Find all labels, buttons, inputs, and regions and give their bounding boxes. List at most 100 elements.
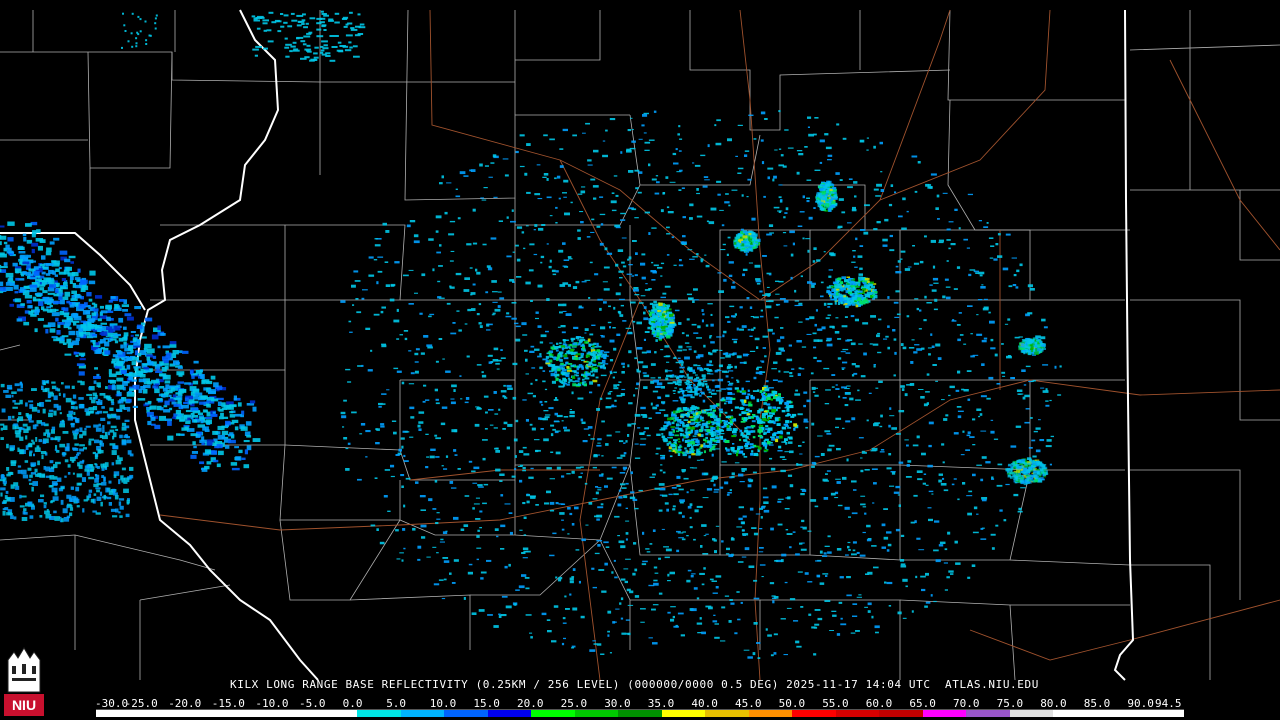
echo-cell <box>776 339 781 343</box>
echo-cell <box>921 452 926 456</box>
echo-cell <box>634 443 639 445</box>
echo-cell <box>761 506 765 509</box>
echo-cell <box>736 591 740 593</box>
echo-cell <box>900 534 905 537</box>
echo-cell <box>535 449 539 453</box>
echo-cell <box>739 429 743 433</box>
echo-cell <box>585 341 589 344</box>
echo-cell <box>904 393 908 397</box>
echo-cell <box>671 236 675 239</box>
echo-cell <box>857 297 862 301</box>
echo-cell <box>549 478 555 480</box>
echo-cell <box>990 338 994 342</box>
echo-cell <box>422 400 426 403</box>
echo-cell <box>561 367 565 370</box>
echo-cell <box>749 507 754 511</box>
echo-cell <box>569 580 574 584</box>
echo-cell <box>787 412 790 417</box>
echo-cell <box>921 588 926 592</box>
echo-cell <box>453 516 459 520</box>
echo-cell <box>768 417 771 420</box>
echo-cell <box>703 450 706 454</box>
echo-cell <box>744 150 750 152</box>
echo-cell <box>764 388 770 392</box>
echo-cell <box>601 455 604 457</box>
echo-cell <box>955 562 961 565</box>
echo-cell <box>838 601 843 604</box>
echo-cell <box>742 273 745 277</box>
echo-cell <box>811 284 815 288</box>
echo-cell <box>641 563 647 566</box>
echo-cell <box>890 184 894 187</box>
echo-cell <box>725 553 730 555</box>
echo-cell <box>477 484 483 487</box>
echo-cell <box>971 564 976 567</box>
echo-cell <box>457 217 461 220</box>
echo-cell <box>631 275 635 277</box>
echo-cell <box>575 336 580 340</box>
echo-cell <box>770 398 773 401</box>
echo-cell <box>914 344 920 346</box>
echo-cell <box>643 317 649 321</box>
echo-cell <box>446 182 452 184</box>
echo-cell <box>1024 464 1028 468</box>
echo-cell <box>436 552 439 554</box>
echo-cell <box>818 194 821 197</box>
echo-cell <box>607 321 612 324</box>
echo-cell <box>900 385 905 388</box>
echo-cell <box>980 395 987 398</box>
echo-cell <box>628 331 633 334</box>
echo-cell <box>679 388 683 391</box>
echo-cell <box>672 505 676 508</box>
echo-cell <box>419 495 426 498</box>
echo-cell <box>619 602 622 605</box>
echo-cell <box>634 457 641 459</box>
echo-cell <box>928 518 933 522</box>
echo-cell <box>543 173 549 176</box>
echo-cell <box>666 361 670 363</box>
echo-cell <box>780 431 784 435</box>
echo-cell <box>555 502 559 505</box>
echo-cell <box>710 341 715 344</box>
echo-cell <box>555 222 558 224</box>
echo-cell <box>895 265 899 268</box>
echo-cell <box>822 555 828 557</box>
echo-cell <box>1041 318 1046 322</box>
echo-cell <box>1016 473 1019 476</box>
echo-cell <box>688 348 692 351</box>
echo-cell <box>844 506 850 510</box>
echo-cell <box>540 255 545 259</box>
echo-cell <box>710 207 717 211</box>
echo-cell <box>393 319 400 323</box>
echo-cell <box>695 386 699 388</box>
echo-cell <box>565 608 570 610</box>
echo-cell <box>612 376 615 379</box>
echo-cell <box>851 512 858 515</box>
echo-cell <box>549 259 552 263</box>
echo-cell <box>654 572 659 574</box>
echo-cell <box>751 217 756 221</box>
echo-cell <box>510 220 516 223</box>
echo-cell <box>945 286 951 288</box>
echo-cell <box>644 149 650 151</box>
echo-cell <box>782 232 787 234</box>
echo-cell <box>852 549 856 552</box>
echo-cell <box>924 295 927 299</box>
echo-cell <box>692 300 695 303</box>
echo-cell <box>880 189 885 192</box>
echo-cell <box>731 285 736 289</box>
echo-cell <box>428 498 433 502</box>
echo-cell <box>540 334 547 338</box>
echo-cell <box>365 327 371 330</box>
echo-cell <box>655 175 659 177</box>
echo-cell <box>524 172 528 176</box>
echo-cell <box>727 320 731 323</box>
echo-cell <box>450 401 456 405</box>
echo-cell <box>855 399 861 401</box>
echo-cell <box>694 393 700 395</box>
echo-cell <box>479 325 483 328</box>
echo-cell <box>676 423 680 427</box>
echo-cell <box>925 601 931 604</box>
echo-cell <box>597 489 602 491</box>
echo-cell <box>542 370 546 372</box>
